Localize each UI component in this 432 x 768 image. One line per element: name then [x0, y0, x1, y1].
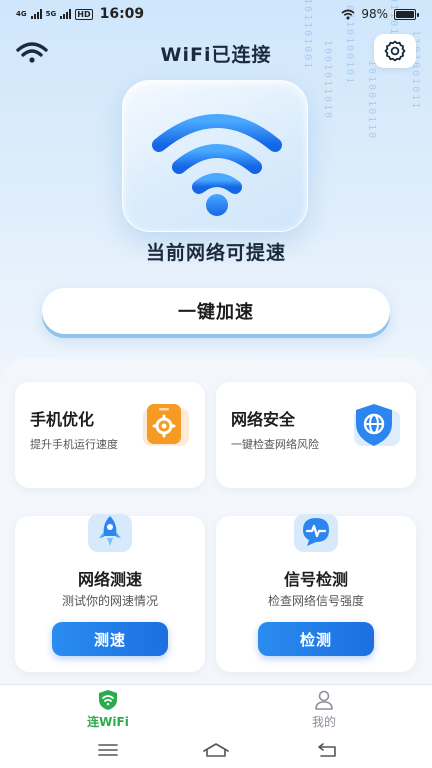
card-description: 提升手机运行速度 — [30, 438, 118, 451]
network-security-card[interactable]: 网络安全 一键检查网络风险 — [216, 382, 416, 488]
network-status-text: 当前网络可提速 — [145, 242, 286, 264]
wifi-status-icon — [341, 9, 355, 19]
tab-connect-wifi[interactable]: 连WiFi — [58, 689, 158, 731]
battery-fill — [396, 10, 414, 18]
settings-button[interactable] — [374, 34, 416, 68]
speed-test-button[interactable]: 测速 — [52, 622, 168, 656]
one-click-boost-button[interactable]: 一键加速 — [42, 288, 390, 334]
card-title: 网络测速 — [77, 570, 142, 589]
wifi-status-card — [122, 80, 308, 232]
phone-gear-icon — [143, 404, 189, 446]
card-title: 网络安全 — [231, 410, 296, 429]
signal-check-button[interactable]: 检测 — [258, 622, 374, 656]
back-icon — [318, 743, 336, 757]
chat-pulse-icon — [294, 514, 338, 552]
signal-icon — [60, 9, 72, 19]
tab-mine[interactable]: 我的 — [274, 689, 374, 731]
signal-check-card: 信号检测 检查网络信号强度 检测 — [216, 514, 416, 672]
phone-optimize-card[interactable]: 手机优化 提升手机运行速度 — [15, 382, 205, 488]
card-description: 检查网络信号强度 — [267, 594, 364, 608]
gear-icon — [384, 40, 406, 62]
tab-label: 我的 — [311, 715, 336, 729]
network-type-5g: 5G — [45, 9, 57, 18]
menu-button[interactable] — [88, 738, 128, 762]
battery-percent: 98% — [361, 7, 388, 21]
home-icon — [203, 743, 229, 757]
card-description: 测试你的网速情况 — [61, 594, 158, 608]
rocket-icon — [88, 514, 132, 552]
back-button[interactable] — [308, 738, 348, 762]
hd-badge: HD — [75, 8, 93, 20]
wifi-icon — [152, 114, 282, 216]
card-title: 手机优化 — [30, 410, 95, 429]
wifi-shield-icon — [99, 690, 117, 710]
page-title: WiFi已连接 — [160, 44, 272, 66]
card-title: 信号检测 — [283, 570, 348, 589]
user-icon — [315, 690, 333, 710]
app-header: WiFi已连接 — [0, 34, 432, 74]
status-time: 16:09 — [99, 6, 145, 22]
status-bar: 4G 5G HD 16:09 98% — [0, 0, 432, 28]
network-type-4g: 4G — [16, 9, 27, 18]
bottom-tab-bar: 连WiFi 我的 — [0, 684, 432, 732]
shield-globe-icon — [354, 404, 400, 446]
menu-icon — [98, 744, 118, 756]
system-navigation-bar — [0, 732, 432, 768]
tab-label: 连WiFi — [87, 715, 129, 729]
speed-test-card: 网络测速 测试你的网速情况 测速 — [15, 514, 205, 672]
signal-icon — [30, 9, 42, 19]
home-button[interactable] — [196, 738, 236, 762]
battery-icon — [394, 8, 419, 20]
